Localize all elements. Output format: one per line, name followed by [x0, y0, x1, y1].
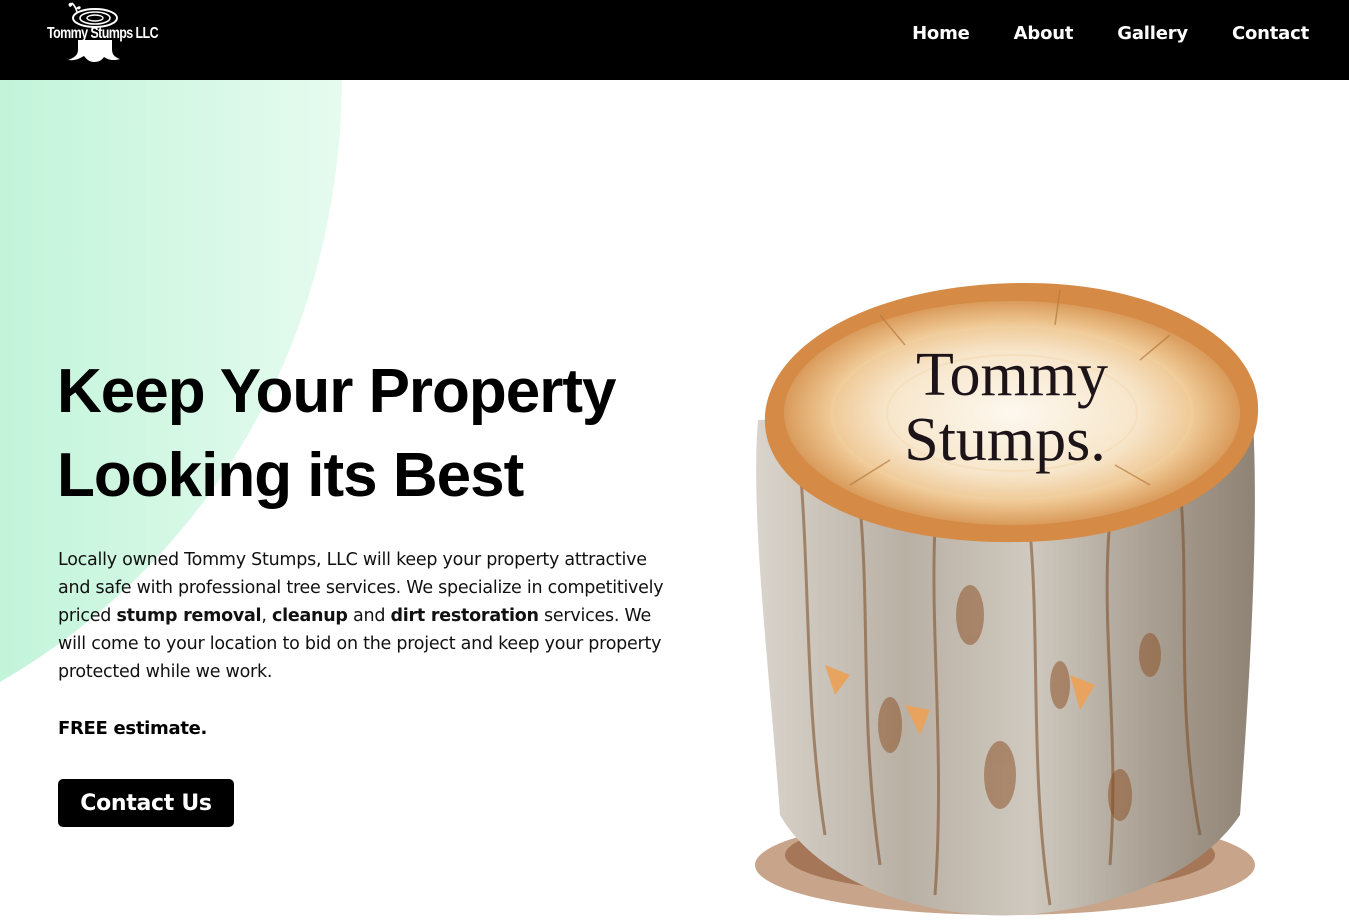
nav-contact-link[interactable]: Contact: [1232, 23, 1309, 44]
free-estimate-text: FREE estimate.: [58, 718, 208, 739]
nav-about-link[interactable]: About: [1014, 23, 1074, 44]
desc-bold-stump-removal: stump removal: [116, 606, 262, 626]
stump-title-line-2: Stumps.: [904, 406, 1106, 474]
nav-home-link[interactable]: Home: [912, 23, 970, 44]
desc-bold-cleanup: cleanup: [271, 606, 348, 626]
headline-line-2: Looking its Best: [57, 441, 524, 510]
hero-description: Locally owned Tommy Stumps, LLC will kee…: [58, 546, 668, 686]
headline-line-1: Keep Your Property: [57, 357, 617, 426]
main-nav: Home About Gallery Contact: [912, 0, 1309, 66]
logo-text: Tommy Stumps LLC: [47, 24, 159, 42]
stump-image: Tommy Stumps.: [755, 282, 1259, 916]
nav-gallery-link[interactable]: Gallery: [1117, 23, 1188, 44]
contact-us-button[interactable]: Contact Us: [58, 779, 234, 827]
site-logo[interactable]: Tommy Stumps LLC: [44, 0, 159, 68]
desc-bold-dirt-restoration: dirt restoration: [390, 606, 539, 626]
stump-illustration: Tommy Stumps.: [730, 255, 1290, 920]
hero-headline: Keep Your Property Looking its Best: [57, 350, 697, 518]
desc-sep-2: and: [347, 606, 391, 626]
desc-sep-1: ,: [261, 606, 272, 626]
stump-title-line-1: Tommy: [916, 341, 1108, 409]
site-header: Tommy Stumps LLC Home About Gallery Cont…: [0, 0, 1349, 80]
